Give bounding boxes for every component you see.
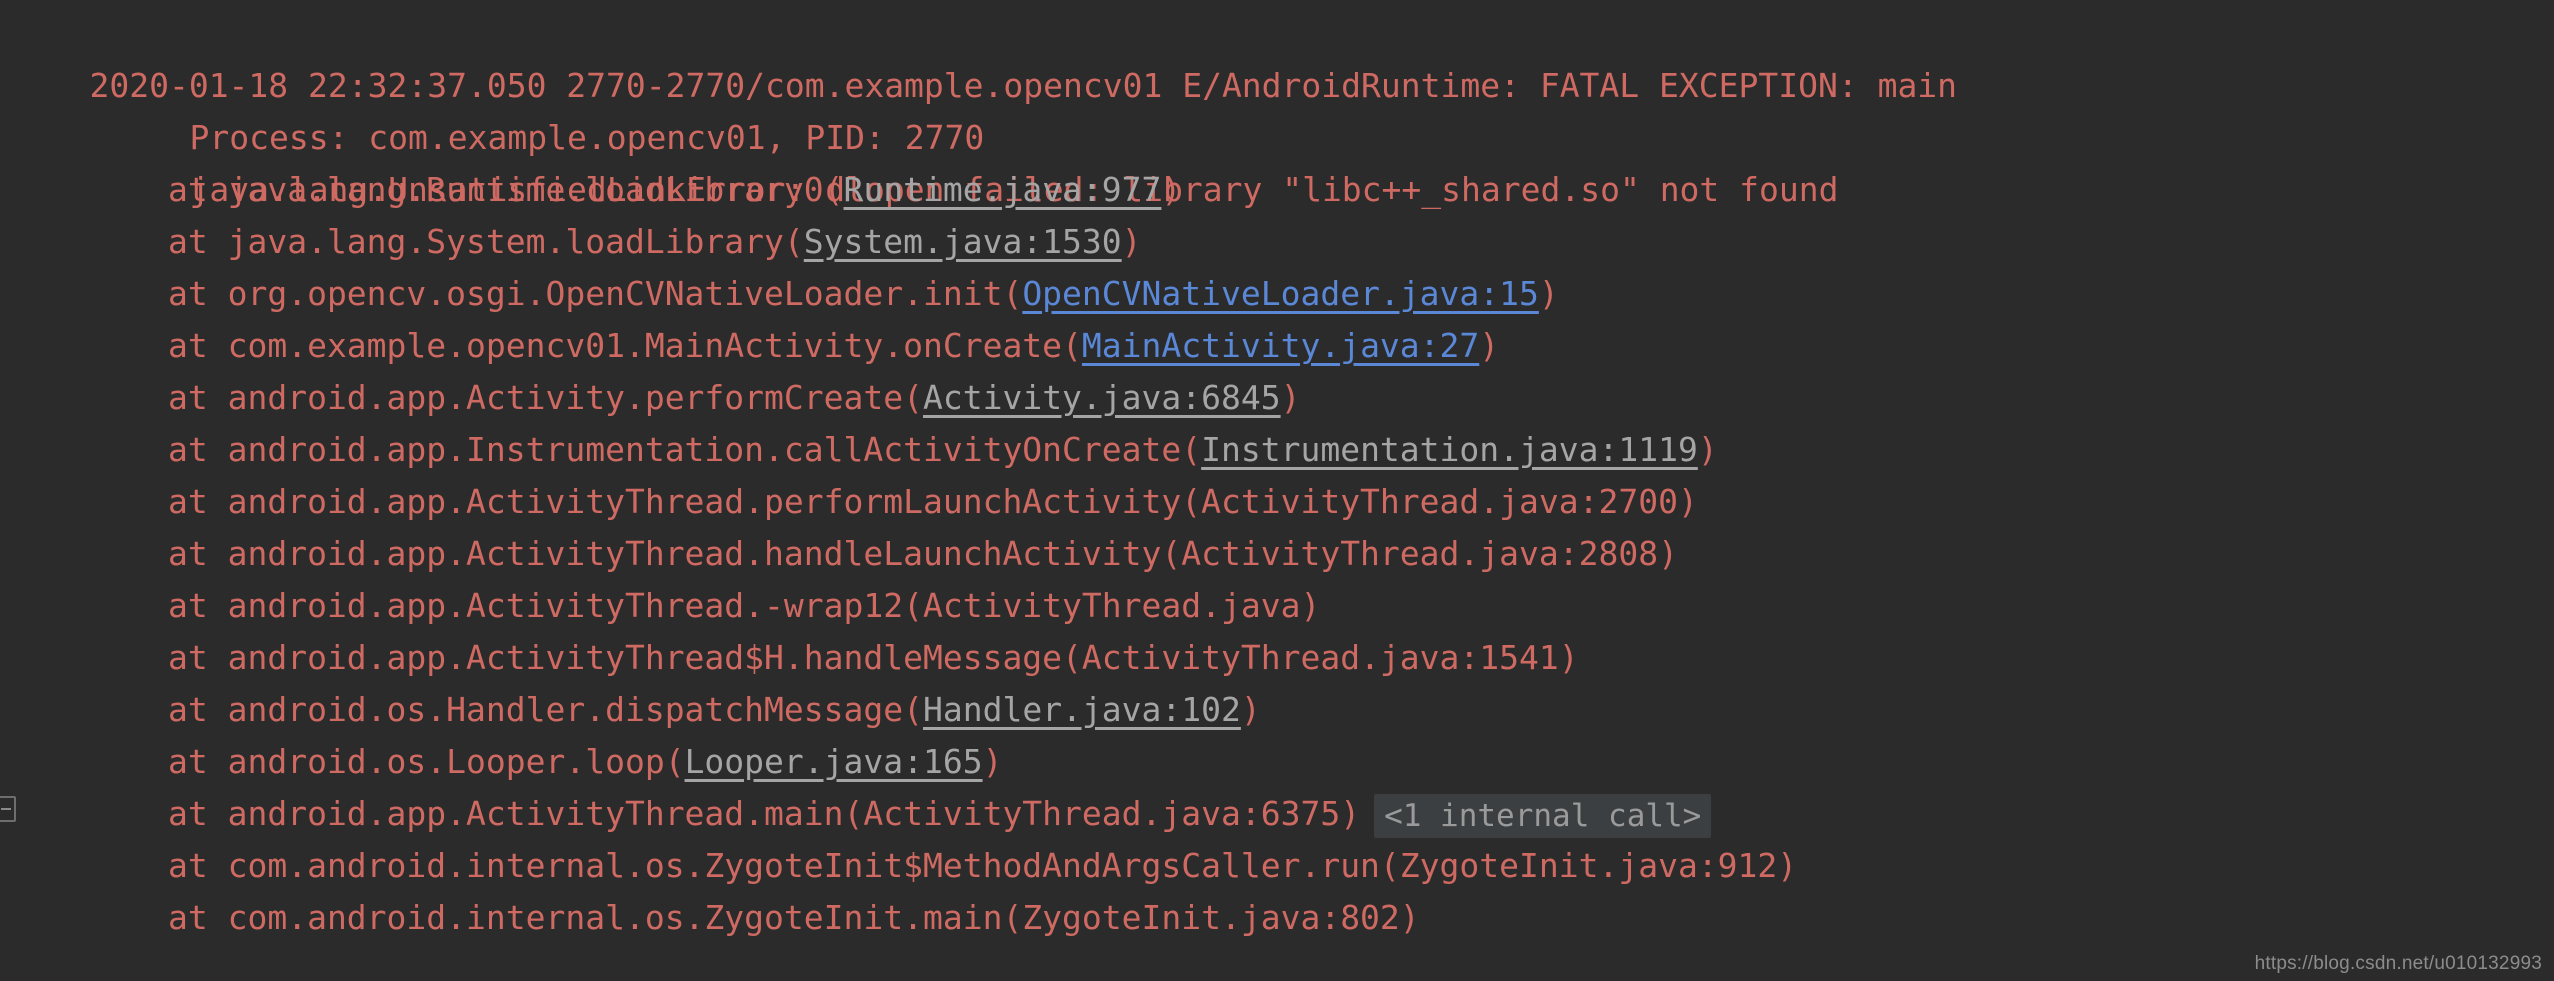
stack-frame-text: at android.app.ActivityThread$H.handleMe… — [168, 638, 1579, 677]
stack-frame-text: at android.os.Looper.loop( — [168, 742, 685, 781]
stack-frame-suffix: ) — [1538, 274, 1559, 313]
stack-frame-text: at android.os.Handler.dispatchMessage( — [168, 690, 923, 729]
stack-frame-suffix: ) — [982, 742, 1003, 781]
stack-frame-row[interactable]: at android.app.ActivityThread$H.handleMe… — [0, 632, 2554, 684]
stack-frame-text: at android.app.Instrumentation.callActiv… — [168, 430, 1202, 469]
logcat-exception-line[interactable]: java.lang.UnsatisfiedLinkError: dlopen f… — [0, 112, 2554, 209]
logcat-header-line[interactable]: 2020-01-18 22:32:37.050 2770-2770/com.ex… — [0, 8, 2554, 105]
stack-frame-text: at com.android.internal.os.ZygoteInit$Me… — [168, 846, 1798, 885]
stack-frame-text: at org.opencv.osgi.OpenCVNativeLoader.in… — [168, 274, 1023, 313]
source-link[interactable]: Activity.java:6845 — [923, 378, 1281, 417]
source-link[interactable]: OpenCVNativeLoader.java:15 — [1022, 274, 1539, 313]
stack-frame-suffix: ) — [1240, 690, 1261, 729]
stack-frame-row[interactable]: at android.os.Looper.loop(Looper.java:16… — [0, 736, 2554, 788]
stack-frame-suffix: ) — [1280, 378, 1301, 417]
stack-frame-text: at android.app.ActivityThread.main(Activ… — [168, 794, 1361, 833]
stack-frame-row[interactable]: at java.lang.System.loadLibrary(System.j… — [0, 216, 2554, 268]
stack-frame-row[interactable]: at com.android.internal.os.ZygoteInit.ma… — [0, 892, 2554, 944]
stack-frame-suffix: ) — [1161, 170, 1182, 209]
stack-frame-suffix: ) — [1479, 326, 1500, 365]
stack-frame-row[interactable]: at android.os.Handler.dispatchMessage(Ha… — [0, 684, 2554, 736]
stack-frame-suffix: ) — [1697, 430, 1718, 469]
fold-collapse-icon[interactable] — [0, 796, 16, 822]
stack-frame-row[interactable]: at android.app.ActivityThread.main(Activ… — [0, 788, 2554, 840]
stack-frame-text: at android.app.ActivityThread.handleLaun… — [168, 534, 1678, 573]
stack-frame-row[interactable]: at android.app.ActivityThread.-wrap12(Ac… — [0, 580, 2554, 632]
logcat-process-line[interactable]: Process: com.example.opencv01, PID: 2770 — [0, 60, 2554, 157]
stack-frame-suffix: ) — [1121, 222, 1142, 261]
stack-frame-text: at android.app.ActivityThread.-wrap12(Ac… — [168, 586, 1321, 625]
stack-frame-row[interactable]: at com.example.opencv01.MainActivity.onC… — [0, 320, 2554, 372]
stack-trace-list: at java.lang.Runtime.loadLibrary0(Runtim… — [0, 164, 2554, 944]
stack-frame-text: at java.lang.Runtime.loadLibrary0( — [168, 170, 844, 209]
watermark-text: https://blog.csdn.net/u010132993 — [2254, 953, 2542, 974]
stack-frame-row[interactable]: at com.android.internal.os.ZygoteInit$Me… — [0, 840, 2554, 892]
stack-frame-text: at java.lang.System.loadLibrary( — [168, 222, 804, 261]
source-link[interactable]: Instrumentation.java:1119 — [1201, 430, 1698, 469]
source-link[interactable]: MainActivity.java:27 — [1082, 326, 1479, 365]
stack-frame-text: at android.app.Activity.performCreate( — [168, 378, 923, 417]
internal-call-chip[interactable]: <1 internal call> — [1374, 793, 1712, 838]
source-link[interactable]: System.java:1530 — [804, 222, 1122, 261]
stack-frame-text: at android.app.ActivityThread.performLau… — [168, 482, 1698, 521]
stack-frame-text: at com.example.opencv01.MainActivity.onC… — [168, 326, 1082, 365]
stack-frame-row[interactable]: at android.app.Activity.performCreate(Ac… — [0, 372, 2554, 424]
stack-frame-row[interactable]: at android.app.ActivityThread.performLau… — [0, 476, 2554, 528]
source-link[interactable]: Looper.java:165 — [685, 742, 983, 781]
source-link[interactable]: Handler.java:102 — [923, 690, 1241, 729]
stack-frame-row[interactable]: at android.app.Instrumentation.callActiv… — [0, 424, 2554, 476]
source-link[interactable]: Runtime.java:977 — [844, 170, 1162, 209]
stack-frame-row[interactable]: at android.app.ActivityThread.handleLaun… — [0, 528, 2554, 580]
logcat-panel[interactable]: 2020-01-18 22:32:37.050 2770-2770/com.ex… — [0, 0, 2554, 981]
stack-frame-row[interactable]: at java.lang.Runtime.loadLibrary0(Runtim… — [0, 164, 2554, 216]
stack-frame-text: at com.android.internal.os.ZygoteInit.ma… — [168, 898, 1420, 937]
stack-frame-row[interactable]: at org.opencv.osgi.OpenCVNativeLoader.in… — [0, 268, 2554, 320]
